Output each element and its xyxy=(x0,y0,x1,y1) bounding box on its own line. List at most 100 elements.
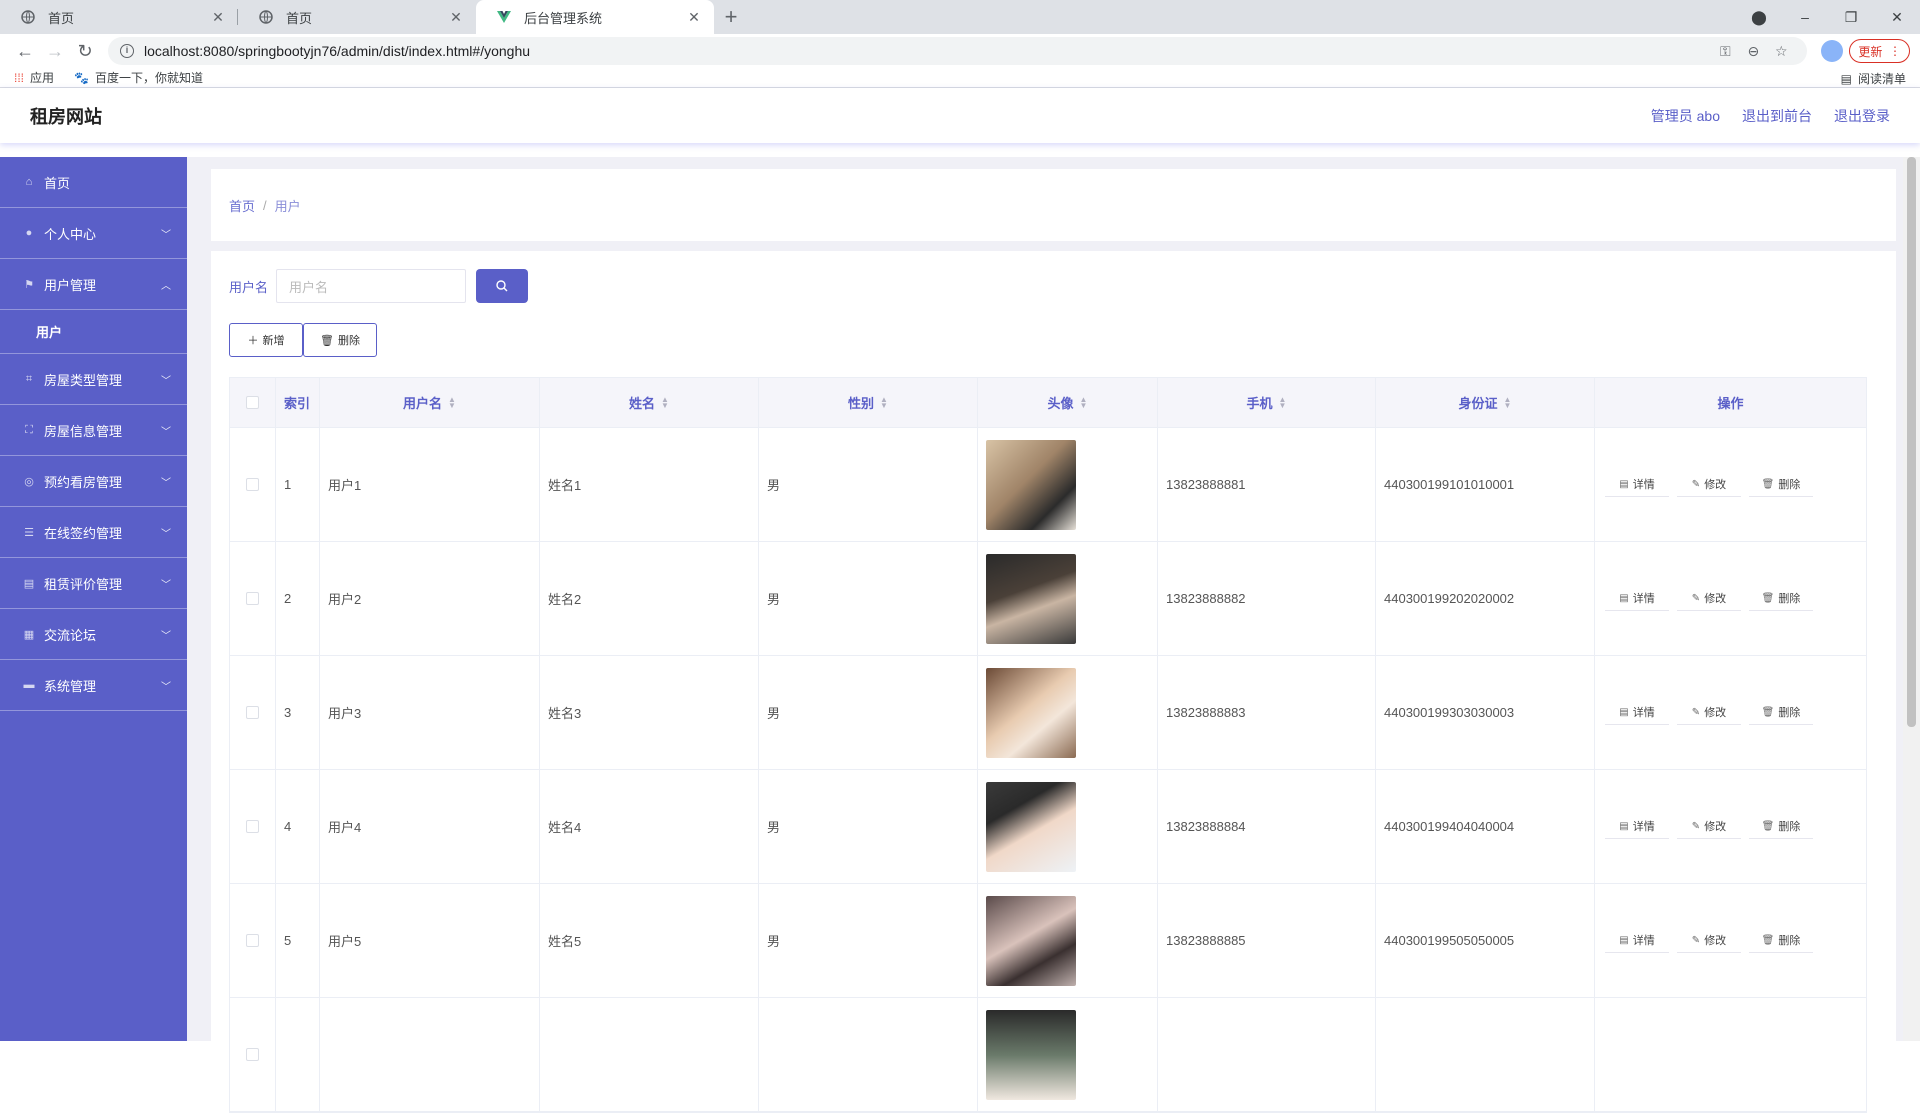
row-checkbox[interactable] xyxy=(246,820,259,833)
document-icon: ▤ xyxy=(1619,934,1629,946)
detail-button[interactable]: ▤ 详情 xyxy=(1605,815,1669,839)
detail-button[interactable]: ▤ 详情 xyxy=(1605,587,1669,611)
browser-tab-1[interactable]: 首页 ✕ xyxy=(0,0,238,34)
cell-id-card: 440300199202020002 xyxy=(1376,542,1595,655)
cell-phone xyxy=(1158,998,1376,1111)
sort-icon[interactable]: ▲ ▼ xyxy=(1080,395,1088,409)
column-header-username[interactable]: 用户名 ▲ ▼ xyxy=(320,378,540,427)
pencil-icon: ✎ xyxy=(1691,820,1701,832)
sidebar-item-house-type[interactable]: ⌗ 房屋类型管理 ﹀ xyxy=(0,354,187,405)
cell-gender xyxy=(759,998,978,1111)
avatar-image[interactable] xyxy=(986,781,1076,872)
search-input[interactable]: 用户名 xyxy=(276,269,467,303)
select-all-checkbox[interactable] xyxy=(246,396,259,409)
close-icon[interactable]: ✕ xyxy=(448,9,464,25)
row-delete-button[interactable]: 🗑 删除 xyxy=(1749,473,1813,497)
sort-icon[interactable]: ▲ ▼ xyxy=(448,395,456,409)
row-checkbox[interactable] xyxy=(246,706,259,719)
reading-list-button[interactable]: ▤ 阅读清单 xyxy=(1841,70,1906,87)
column-header-name[interactable]: 姓名 ▲ ▼ xyxy=(540,378,759,427)
sort-icon[interactable]: ▲ ▼ xyxy=(661,395,669,409)
sidebar-item-viewing-appointment[interactable]: ◎ 预约看房管理 ﹀ xyxy=(0,456,187,507)
delete-button-label: 删除 xyxy=(337,335,360,347)
exit-to-front-link[interactable]: 退出到前台 xyxy=(1742,106,1812,126)
column-header-avatar[interactable]: 头像 ▲ ▼ xyxy=(978,378,1158,427)
bookmark-baidu[interactable]: 🐾 百度一下，你就知道 xyxy=(74,69,203,86)
tab-title: 首页 xyxy=(48,10,75,26)
column-header-id-card[interactable]: 身份证 ▲ ▼ xyxy=(1376,378,1595,427)
plus-icon: ＋ xyxy=(247,335,259,347)
back-button[interactable]: ← xyxy=(10,36,40,66)
close-icon[interactable]: ✕ xyxy=(686,9,702,25)
breadcrumb-home[interactable]: 首页 xyxy=(229,196,255,215)
address-bar[interactable]: i localhost:8080/springbootyjn76/admin/d… xyxy=(108,37,1808,65)
sidebar-item-house-info[interactable]: ⛶ 房屋信息管理 ﹀ xyxy=(0,405,187,456)
avatar-image[interactable] xyxy=(986,667,1076,758)
reload-button[interactable]: ↻ xyxy=(70,36,100,66)
sort-icon[interactable]: ▲ ▼ xyxy=(1504,395,1512,409)
add-button[interactable]: ＋ 新增 xyxy=(229,323,303,357)
detail-button[interactable]: ▤ 详情 xyxy=(1605,929,1669,953)
star-icon[interactable]: ☆ xyxy=(1767,43,1795,60)
detail-button[interactable]: ▤ 详情 xyxy=(1605,701,1669,725)
bookmark-apps[interactable]: ⁞⁞⁞ 应用 xyxy=(14,69,54,86)
detail-button[interactable]: ▤ 详情 xyxy=(1605,473,1669,497)
edit-button[interactable]: ✎ 修改 xyxy=(1677,587,1741,611)
cell-gender: 男 xyxy=(759,770,978,883)
avatar-image[interactable] xyxy=(986,439,1076,530)
table-row: 3 用户3 姓名3 男 13823888883 440300199303030003 ▤ 详情… xyxy=(230,656,1866,770)
sidebar-item-rental-review[interactable]: ▤ 租赁评价管理 ﹀ xyxy=(0,558,187,609)
batch-delete-button[interactable]: 🗑 删除 xyxy=(303,323,377,357)
close-icon[interactable]: ✕ xyxy=(210,9,226,25)
trash-icon: 🗑 xyxy=(1761,820,1775,832)
window-close-button[interactable]: ✕ xyxy=(1874,9,1920,26)
sidebar-item-user-management[interactable]: ⚑ 用户管理 ︿ xyxy=(0,259,187,310)
sidebar-item-personal-center[interactable]: ● 个人中心 ﹀ xyxy=(0,208,187,259)
search-button[interactable] xyxy=(476,269,529,303)
sort-icon[interactable]: ▲ ▼ xyxy=(1279,395,1287,409)
sidebar-item-system[interactable]: ▬ 系统管理 ﹀ xyxy=(0,660,187,711)
sidebar-item-forum[interactable]: ▦ 交流论坛 ﹀ xyxy=(0,609,187,660)
avatar-image[interactable] xyxy=(986,553,1076,644)
row-delete-button[interactable]: 🗑 删除 xyxy=(1749,929,1813,953)
cell-name: 姓名1 xyxy=(540,428,759,541)
row-checkbox[interactable] xyxy=(246,592,259,605)
column-header-phone[interactable]: 手机 ▲ ▼ xyxy=(1158,378,1376,427)
row-checkbox[interactable] xyxy=(246,478,259,491)
browser-tab-3[interactable]: 后台管理系统 ✕ xyxy=(476,0,714,34)
avatar-image[interactable] xyxy=(986,1009,1076,1100)
forward-button[interactable]: → xyxy=(40,36,70,66)
row-checkbox[interactable] xyxy=(246,1048,259,1061)
page-scrollbar[interactable] xyxy=(1903,157,1920,1041)
bookmarks-bar: ⁞⁞⁞ 应用 🐾 百度一下，你就知道 ▤ 阅读清单 xyxy=(0,68,1920,88)
sidebar-item-home[interactable]: ⌂ 首页 xyxy=(0,157,187,208)
scrollbar-thumb[interactable] xyxy=(1907,157,1916,727)
sidebar-item-online-contract[interactable]: ☰ 在线签约管理 ﹀ xyxy=(0,507,187,558)
zoom-icon[interactable]: ⊖ xyxy=(1739,43,1767,60)
column-header-gender[interactable]: 性别 ▲ ▼ xyxy=(759,378,978,427)
key-icon[interactable]: ⚿ xyxy=(1711,43,1739,60)
edit-button[interactable]: ✎ 修改 xyxy=(1677,473,1741,497)
avatar-image[interactable] xyxy=(986,895,1076,986)
edit-button[interactable]: ✎ 修改 xyxy=(1677,929,1741,953)
row-checkbox[interactable] xyxy=(246,934,259,947)
edit-button[interactable]: ✎ 修改 xyxy=(1677,701,1741,725)
tab-search-icon[interactable]: ⬤ xyxy=(1736,9,1782,26)
row-delete-button[interactable]: 🗑 删除 xyxy=(1749,701,1813,725)
restore-button[interactable]: ❐ xyxy=(1828,9,1874,26)
avatar[interactable] xyxy=(1821,40,1844,62)
edit-button[interactable]: ✎ 修改 xyxy=(1677,815,1741,839)
table-row xyxy=(230,998,1866,1112)
row-delete-button[interactable]: 🗑 删除 xyxy=(1749,815,1813,839)
update-button[interactable]: 更新 ⋮ xyxy=(1849,39,1910,63)
minimize-button[interactable]: – xyxy=(1782,9,1828,25)
sidebar-subitem-users[interactable]: 用户 xyxy=(0,310,187,354)
info-icon[interactable]: i xyxy=(120,44,134,58)
browser-tab-2[interactable]: 首页 ✕ xyxy=(238,0,476,34)
sort-icon[interactable]: ▲ ▼ xyxy=(880,395,888,409)
row-delete-button[interactable]: 🗑 删除 xyxy=(1749,587,1813,611)
logout-link[interactable]: 退出登录 xyxy=(1834,106,1890,126)
url-text[interactable]: localhost:8080/springbootyjn76/admin/dis… xyxy=(144,43,1711,59)
new-tab-button[interactable]: + xyxy=(714,0,748,34)
table-header: 索引 用户名 ▲ ▼ 姓名 ▲ ▼ 性别 ▲ ▼ 头像 ▲ ▼ 手机 ▲ ▼ 身份证 ▲ ▼ 操作 xyxy=(230,378,1866,428)
